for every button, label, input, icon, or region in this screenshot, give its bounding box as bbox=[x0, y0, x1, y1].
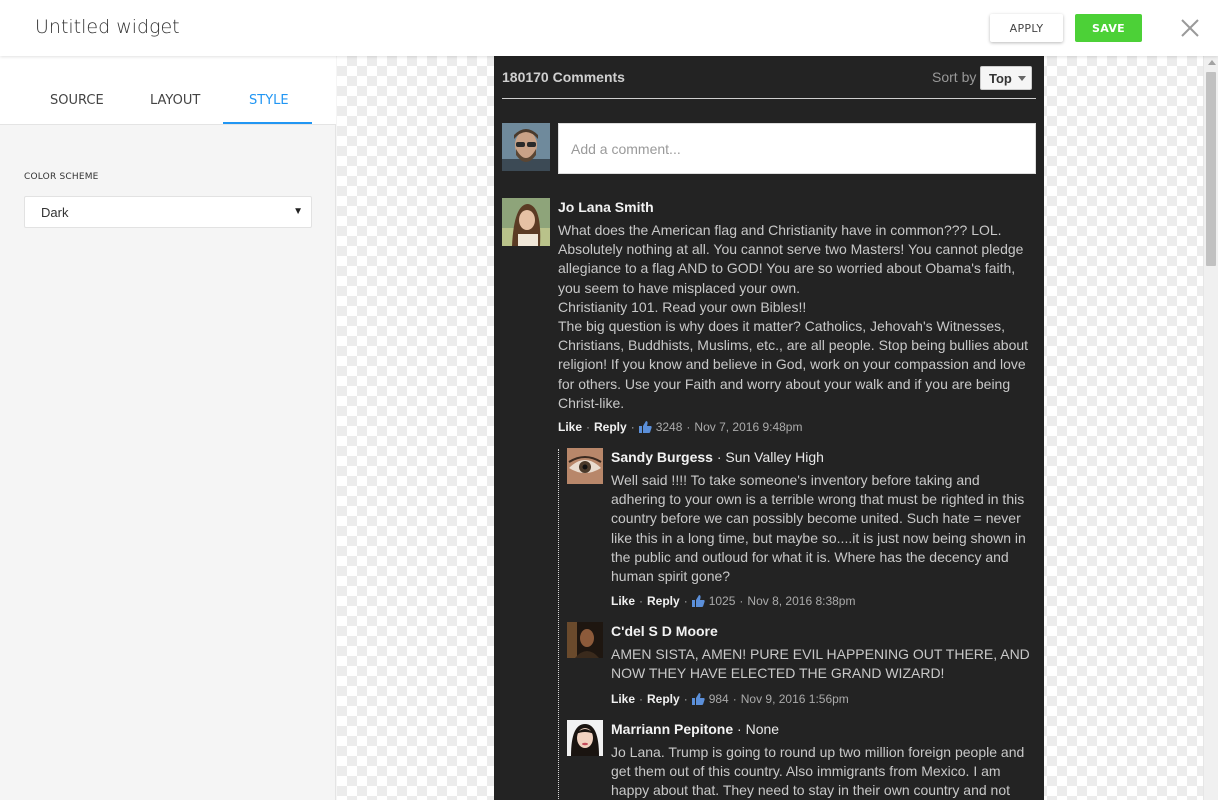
add-comment-input[interactable] bbox=[558, 123, 1036, 174]
sort-label: Sort by bbox=[932, 69, 977, 85]
comments-widget: 180170 Comments Sort by Top Jo Lana Smit… bbox=[494, 56, 1044, 800]
color-scheme-label: COLOR SCHEME bbox=[24, 172, 99, 182]
commenter-name[interactable]: C'del S D Moore bbox=[611, 623, 718, 639]
widget-title[interactable]: Untitled widget bbox=[35, 16, 180, 38]
commenter-name-text[interactable]: Sandy Burgess bbox=[611, 449, 713, 465]
commenter-name[interactable]: Sandy Burgess · Sun Valley High bbox=[611, 449, 824, 465]
comment-actions: Like · Reply · 3248 · Nov 7, 2016 9:48pm bbox=[558, 420, 803, 434]
comment-actions: Like · Reply · 984 · Nov 9, 2016 1:56pm bbox=[611, 692, 849, 706]
like-count: 1025 bbox=[708, 594, 736, 608]
thumbs-up-icon bbox=[638, 421, 652, 433]
commenter-affiliation: · None bbox=[737, 721, 780, 737]
comment-body: Well said !!!! To take someone's invento… bbox=[611, 472, 1026, 585]
reply-thread-line bbox=[558, 449, 559, 800]
apply-button[interactable]: APPLY bbox=[990, 14, 1063, 42]
tab-layout[interactable]: LAYOUT bbox=[150, 93, 200, 108]
like-link[interactable]: Like bbox=[611, 692, 635, 706]
comment-timestamp[interactable]: Nov 8, 2016 8:38pm bbox=[747, 594, 855, 608]
color-scheme-value: Dark bbox=[41, 205, 69, 220]
color-scheme-select[interactable]: Dark ▼ bbox=[24, 196, 312, 228]
comment-body: What does the American flag and Christia… bbox=[558, 222, 1029, 411]
commenter-name[interactable]: Marriann Pepitone · None bbox=[611, 721, 779, 737]
commenter-name-text[interactable]: C'del S D Moore bbox=[611, 623, 718, 639]
caret-down-icon: ▼ bbox=[293, 206, 303, 217]
like-link[interactable]: Like bbox=[558, 420, 582, 434]
commenter-name-text[interactable]: Marriann Pepitone bbox=[611, 721, 733, 737]
preview-scrollbar[interactable] bbox=[1203, 56, 1218, 800]
thumbs-up-icon bbox=[691, 595, 705, 607]
commenter-name[interactable]: Jo Lana Smith bbox=[558, 199, 654, 215]
comment-actions: Like · Reply · 1025 · Nov 8, 2016 8:38pm bbox=[611, 594, 856, 608]
settings-panel: SOURCE LAYOUT STYLE COLOR SCHEME Dark ▼ bbox=[0, 56, 336, 800]
like-count: 984 bbox=[708, 692, 729, 706]
like-count: 3248 bbox=[655, 420, 683, 434]
reply-link[interactable]: Reply bbox=[647, 594, 680, 608]
tab-style[interactable]: STYLE bbox=[249, 93, 289, 108]
sort-value: Top bbox=[989, 71, 1012, 86]
commenter-name-text[interactable]: Jo Lana Smith bbox=[558, 199, 654, 215]
commenter-affiliation: · Sun Valley High bbox=[716, 449, 824, 465]
save-button[interactable]: SAVE bbox=[1075, 14, 1142, 42]
editor-header: Untitled widget APPLY SAVE bbox=[0, 0, 1218, 56]
comment-timestamp[interactable]: Nov 7, 2016 9:48pm bbox=[694, 420, 802, 434]
tab-source[interactable]: SOURCE bbox=[50, 93, 104, 108]
commenter-avatar bbox=[567, 622, 603, 658]
reply-link[interactable]: Reply bbox=[594, 420, 627, 434]
sort-select[interactable]: Top bbox=[980, 66, 1032, 90]
comment-timestamp[interactable]: Nov 9, 2016 1:56pm bbox=[741, 692, 849, 706]
like-link[interactable]: Like bbox=[611, 594, 635, 608]
comment-count: 180170 Comments bbox=[502, 69, 625, 85]
current-user-avatar bbox=[502, 123, 550, 171]
comment-body: AMEN SISTA, AMEN! PURE EVIL HAPPENING OU… bbox=[611, 646, 1030, 682]
comment-body: Jo Lana. Trump is going to round up two … bbox=[611, 744, 1025, 799]
active-tab-indicator bbox=[223, 122, 312, 124]
scroll-up-arrow-icon[interactable] bbox=[1208, 60, 1216, 65]
commenter-avatar bbox=[502, 198, 550, 246]
reply-link[interactable]: Reply bbox=[647, 692, 680, 706]
close-icon[interactable] bbox=[1178, 16, 1202, 40]
caret-down-icon bbox=[1018, 76, 1026, 81]
thumbs-up-icon bbox=[691, 693, 705, 705]
scroll-thumb[interactable] bbox=[1206, 72, 1216, 266]
commenter-avatar bbox=[567, 448, 603, 484]
settings-tabs: SOURCE LAYOUT STYLE bbox=[0, 56, 336, 125]
header-divider bbox=[502, 98, 1036, 99]
commenter-avatar bbox=[567, 720, 603, 756]
